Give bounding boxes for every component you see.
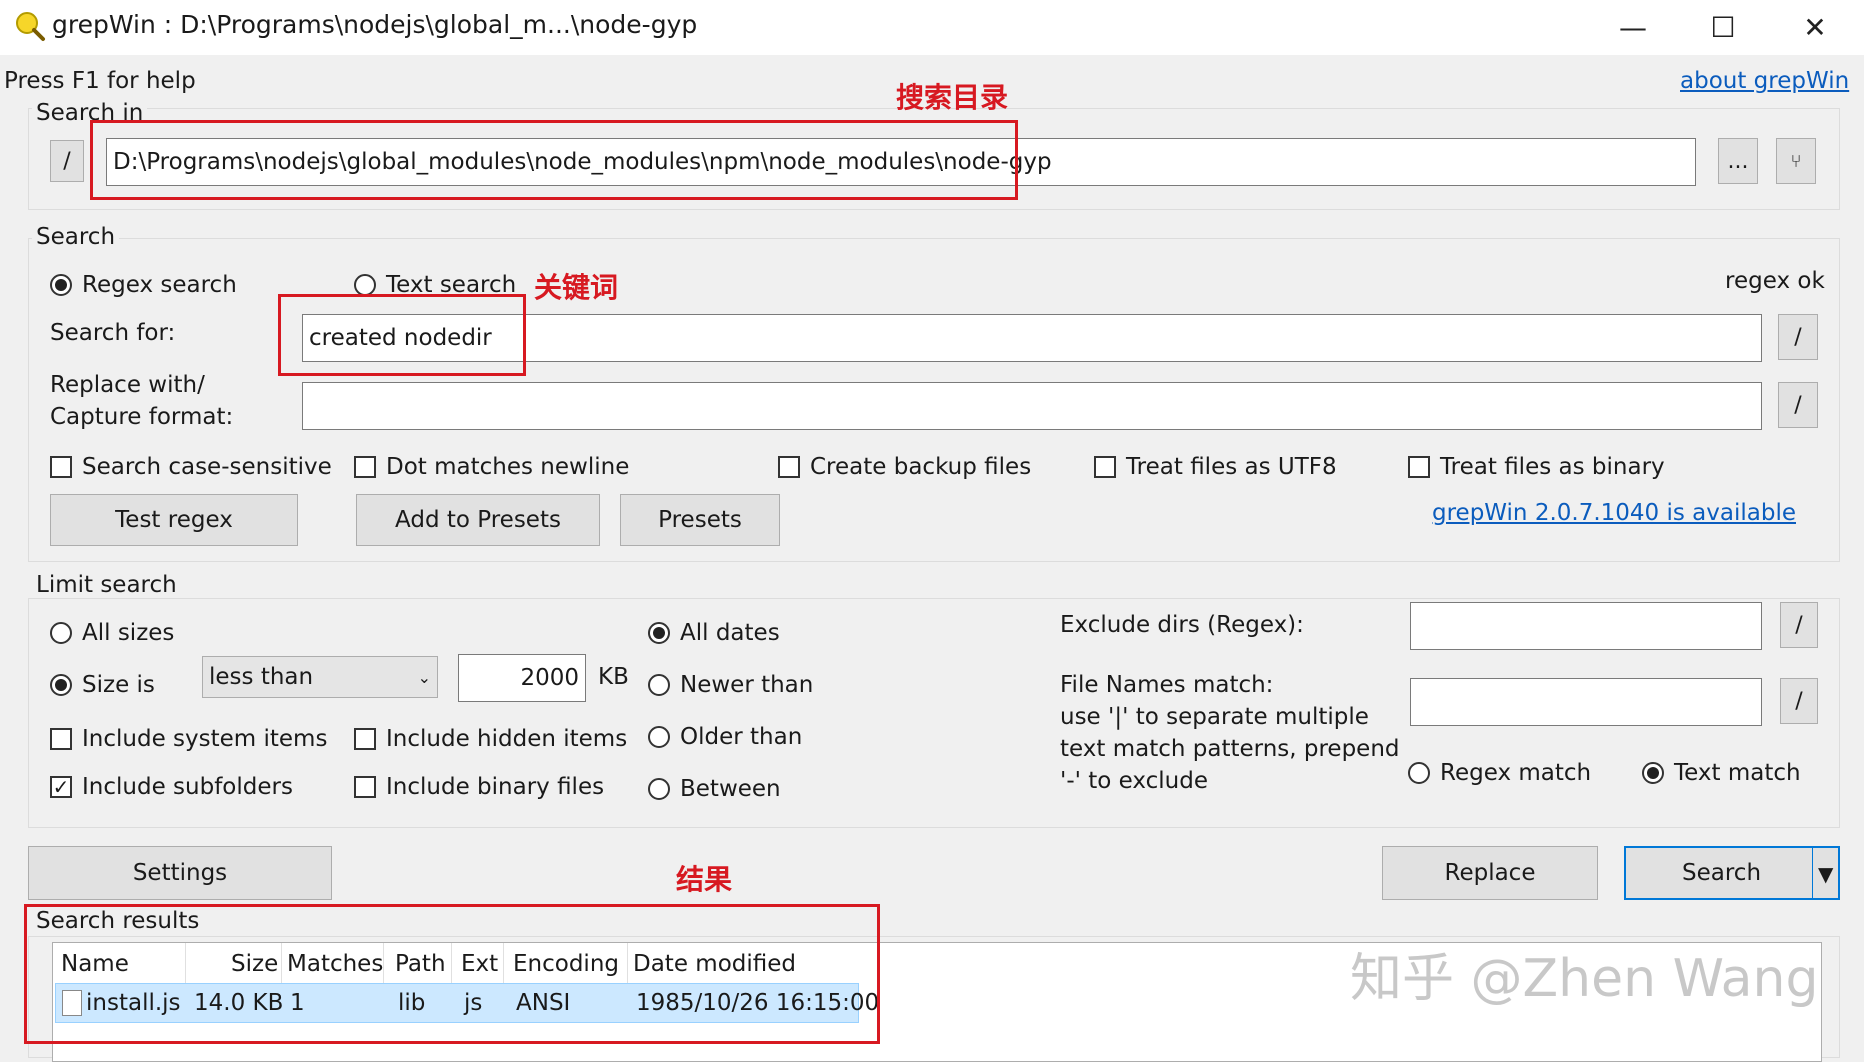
search-in-slash-button[interactable]: / [50, 140, 84, 182]
include-system-checkbox[interactable] [50, 728, 72, 750]
search-dir-highlight [90, 120, 1018, 200]
regex-match-label: Regex match [1440, 760, 1592, 786]
include-hidden-label: Include hidden items [386, 726, 628, 752]
include-system-label: Include system items [82, 726, 328, 752]
dot-newline-checkbox[interactable] [354, 456, 376, 478]
case-sensitive-label: Search case-sensitive [82, 454, 332, 480]
update-link[interactable]: grepWin 2.0.7.1040 is available [1432, 500, 1796, 526]
filenames-help-line2: use '|' to separate multiple [1060, 704, 1369, 730]
case-sensitive-checkbox[interactable] [50, 456, 72, 478]
utf8-checkbox[interactable] [1094, 456, 1116, 478]
dot-newline-label: Dot matches newline [386, 454, 630, 480]
binary-checkbox[interactable] [1408, 456, 1430, 478]
exclude-dirs-input[interactable] [1410, 602, 1762, 650]
split-divider [1812, 848, 1813, 898]
all-dates-radio[interactable] [648, 622, 670, 644]
browse-button[interactable]: ... [1718, 138, 1758, 184]
binary-label: Treat files as binary [1440, 454, 1665, 480]
results-highlight [24, 904, 880, 1044]
search-group-label: Search [32, 224, 120, 250]
help-text: Press F1 for help [4, 68, 196, 94]
all-sizes-label: All sizes [82, 620, 175, 646]
size-is-label: Size is [82, 672, 155, 698]
size-is-radio[interactable] [50, 674, 72, 696]
minimize-button[interactable]: — [1588, 0, 1678, 55]
test-regex-button[interactable]: Test regex [50, 494, 298, 546]
backup-label: Create backup files [810, 454, 1032, 480]
regex-search-label: Regex search [82, 272, 237, 298]
all-sizes-radio[interactable] [50, 622, 72, 644]
between-radio[interactable] [648, 778, 670, 800]
replace-slash-button[interactable]: / [1778, 382, 1818, 428]
filenames-input[interactable] [1410, 678, 1762, 726]
between-label: Between [680, 776, 781, 802]
result-annotation: 结果 [676, 863, 733, 896]
replace-label-line2: Capture format: [50, 404, 234, 430]
filenames-help-line3: text match patterns, prepend [1060, 736, 1400, 762]
exclude-dirs-label: Exclude dirs (Regex): [1060, 612, 1304, 638]
about-link[interactable]: about grepWin [1680, 68, 1849, 94]
search-dir-annotation: 搜索目录 [896, 81, 1009, 114]
newer-than-label: Newer than [680, 672, 814, 698]
backup-checkbox[interactable] [778, 456, 800, 478]
settings-button[interactable]: Settings [28, 846, 332, 900]
presets-button[interactable]: Presets [620, 494, 780, 546]
window-title: grepWin : D:\Programs\nodejs\global_m...… [52, 10, 698, 39]
size-operator-value: less than [209, 664, 314, 690]
filenames-help-line4: '-' to exclude [1060, 768, 1208, 794]
utf8-label: Treat files as UTF8 [1126, 454, 1337, 480]
text-match-label: Text match [1674, 760, 1801, 786]
all-dates-label: All dates [680, 620, 780, 646]
close-button[interactable]: ✕ [1770, 0, 1860, 55]
include-binary-label: Include binary files [386, 774, 605, 800]
search-for-slash-button[interactable]: / [1778, 314, 1818, 360]
text-search-radio[interactable] [354, 274, 376, 296]
include-subfolders-checkbox[interactable]: ✓ [50, 776, 72, 798]
limit-search-label: Limit search [32, 572, 181, 598]
replace-input[interactable] [302, 382, 1762, 430]
size-unit-label: KB [598, 664, 629, 690]
text-match-radio[interactable] [1642, 762, 1664, 784]
filenames-slash-button[interactable]: / [1780, 678, 1818, 724]
regex-match-radio[interactable] [1408, 762, 1430, 784]
older-than-label: Older than [680, 724, 803, 750]
size-value-input[interactable]: 2000 [458, 654, 586, 702]
watermark: 知乎 @Zhen Wang [1350, 949, 1819, 1009]
older-than-radio[interactable] [648, 726, 670, 748]
chevron-down-icon: ⌄ [417, 667, 431, 687]
include-binary-checkbox[interactable] [354, 776, 376, 798]
size-operator-select[interactable]: less than ⌄ [202, 656, 438, 698]
replace-label-line1: Replace with/ [50, 372, 205, 398]
exclude-dirs-slash-button[interactable]: / [1780, 602, 1818, 648]
newer-than-radio[interactable] [648, 674, 670, 696]
keyword-highlight [278, 294, 526, 376]
include-subfolders-label: Include subfolders [82, 774, 293, 800]
add-to-presets-button[interactable]: Add to Presets [356, 494, 600, 546]
replace-button[interactable]: Replace [1382, 846, 1598, 900]
include-hidden-checkbox[interactable] [354, 728, 376, 750]
maximize-button[interactable]: ☐ [1678, 0, 1768, 55]
filenames-help-line1: File Names match: [1060, 672, 1274, 698]
keyword-annotation: 关键词 [534, 271, 619, 304]
search-button-label: Search [1682, 860, 1762, 886]
fork-icon[interactable]: ⑂ [1776, 138, 1816, 184]
regex-search-radio[interactable] [50, 274, 72, 296]
caret-down-icon[interactable]: ▼ [1818, 862, 1833, 886]
search-for-label: Search for: [50, 320, 176, 346]
magnifier-icon [14, 10, 46, 42]
search-button[interactable]: Search ▼ [1624, 846, 1840, 900]
regex-status: regex ok [1725, 268, 1825, 294]
